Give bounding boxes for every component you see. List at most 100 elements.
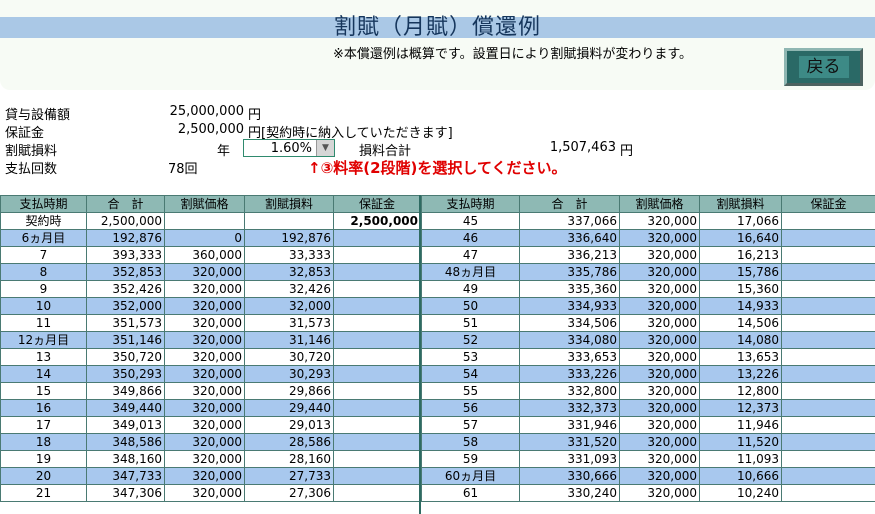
amount-cell [781, 212, 875, 230]
amount-cell: 349,866 [86, 382, 165, 400]
amount-cell: 334,506 [519, 314, 620, 332]
amount-cell [781, 297, 875, 315]
amount-cell [333, 348, 421, 366]
amount-cell [333, 331, 421, 349]
count-value: 78回 [168, 162, 198, 177]
amount-cell: 192,876 [244, 229, 334, 247]
amount-cell: 12,800 [699, 382, 782, 400]
amount-cell: 29,866 [244, 382, 334, 400]
table-row: 16 349,440 320,000 29,440 [0, 399, 421, 417]
amount-cell: 33,333 [244, 246, 334, 264]
amount-cell: 320,000 [164, 467, 245, 485]
amount-cell: 11,093 [699, 450, 782, 468]
chevron-down-icon[interactable]: ▼ [316, 140, 334, 156]
amount-cell: 330,666 [519, 467, 620, 485]
amount-cell: 29,440 [244, 399, 334, 417]
equipment-label: 貸与設備額 [5, 108, 71, 123]
payment-period-cell: 17 [0, 416, 87, 434]
amount-cell [781, 365, 875, 383]
amount-cell: 360,000 [164, 246, 245, 264]
amount-cell [333, 416, 421, 434]
table-row: 12ヵ月目 351,146 320,000 31,146 [0, 331, 421, 349]
payment-period-cell: 45 [421, 212, 520, 230]
amount-cell: 30,293 [244, 365, 334, 383]
column-header: 支払時期 [421, 195, 520, 213]
table-row: 57 331,946 320,000 11,946 [421, 416, 875, 434]
amount-cell: 17,066 [699, 212, 782, 230]
payment-period-cell: 13 [0, 348, 87, 366]
amount-cell [781, 348, 875, 366]
equipment-value: 25,000,000 [169, 104, 244, 119]
payment-period-cell: 46 [421, 229, 520, 247]
amount-cell [781, 467, 875, 485]
amount-cell: 349,440 [86, 399, 165, 417]
table-row: 14 350,293 320,000 30,293 [0, 365, 421, 383]
column-header: 割賦損料 [244, 195, 334, 213]
amount-cell: 351,146 [86, 331, 165, 349]
amount-cell [781, 280, 875, 298]
amount-cell [781, 229, 875, 247]
amount-cell: 393,333 [86, 246, 165, 264]
table-row: 17 349,013 320,000 29,013 [0, 416, 421, 434]
repayment-table-right: 支払時期合 計割賦価格 割賦損料 保証金 45 337,066 320,000 17,06… [421, 195, 875, 502]
amount-cell: 336,640 [519, 229, 620, 247]
column-header: 保証金 [333, 195, 421, 213]
deposit-label: 保証金 [5, 126, 45, 141]
amount-cell: 31,146 [244, 331, 334, 349]
table-row: 47 336,213 320,000 16,213 [421, 246, 875, 264]
table-row: 7 393,333 360,000 33,333 [0, 246, 421, 264]
payment-period-cell: 56 [421, 399, 520, 417]
amount-cell: 11,520 [699, 433, 782, 451]
payment-period-cell: 18 [0, 433, 87, 451]
amount-cell: 320,000 [619, 467, 700, 485]
amount-cell [333, 467, 421, 485]
payment-period-cell: 50 [421, 297, 520, 315]
rate-label: 割賦損料 [5, 144, 58, 159]
table-row: 21 347,306 320,000 27,306 [0, 484, 421, 502]
payment-period-cell: 20 [0, 467, 87, 485]
column-header: 割賦価格 [164, 195, 245, 213]
amount-cell [333, 229, 421, 247]
amount-cell: 320,000 [619, 433, 700, 451]
table-row: 46 336,640 320,000 16,640 [421, 229, 875, 247]
table-row: 契約時 2,500,000 2,500,000 [0, 212, 421, 230]
table-row: 54 333,226 320,000 13,226 [421, 365, 875, 383]
table-row: 55 332,800 320,000 12,800 [421, 382, 875, 400]
amount-cell: 10,240 [699, 484, 782, 502]
amount-cell: 320,000 [619, 212, 700, 230]
payment-period-cell: 55 [421, 382, 520, 400]
amount-cell: 348,160 [86, 450, 165, 468]
amount-cell: 13,653 [699, 348, 782, 366]
amount-cell: 351,573 [86, 314, 165, 332]
amount-cell: 320,000 [164, 263, 245, 281]
payment-period-cell: 54 [421, 365, 520, 383]
table-row: 8 352,853 320,000 32,853 [0, 263, 421, 281]
amount-cell [781, 314, 875, 332]
amount-cell [781, 382, 875, 400]
table-row: 60ヵ月目 330,666 320,000 10,666 [421, 467, 875, 485]
payment-period-cell: 57 [421, 416, 520, 434]
amount-cell: 349,013 [86, 416, 165, 434]
amount-cell [333, 450, 421, 468]
amount-cell [333, 263, 421, 281]
payment-period-cell: 8 [0, 263, 87, 281]
amount-cell: 31,573 [244, 314, 334, 332]
amount-cell [333, 365, 421, 383]
amount-cell: 2,500,000 [86, 212, 165, 230]
payment-period-cell: 6ヵ月目 [0, 229, 87, 247]
column-header: 割賦価格 [619, 195, 700, 213]
column-header: 割賦損料 [699, 195, 782, 213]
payment-period-cell: 47 [421, 246, 520, 264]
rate-select[interactable]: 1.60% ▼ [243, 139, 335, 157]
amount-cell: 347,306 [86, 484, 165, 502]
table-row: 6ヵ月目 192,876 0 192,876 [0, 229, 421, 247]
table-row: 61 330,240 320,000 10,240 [421, 484, 875, 502]
payment-period-cell: 21 [0, 484, 87, 502]
payment-period-cell: 契約時 [0, 212, 87, 230]
amount-cell [164, 212, 245, 230]
amount-cell: 348,586 [86, 433, 165, 451]
amount-cell: 320,000 [619, 263, 700, 281]
table-row: 15 349,866 320,000 29,866 [0, 382, 421, 400]
back-button[interactable]: 戻る [784, 48, 863, 86]
fee-total-value: 1,507,463 [549, 140, 616, 155]
